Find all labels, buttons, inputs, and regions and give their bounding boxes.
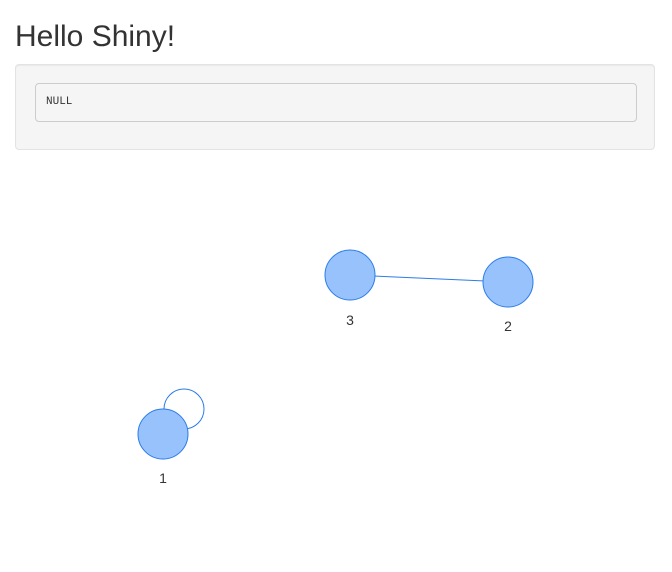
node-1-label: 1 — [159, 470, 167, 486]
shiny-app: Hello Shiny! NULL 1 2 3 — [0, 0, 672, 572]
node-2-label: 2 — [504, 318, 512, 334]
node-1-circle[interactable] — [137, 408, 189, 460]
sidebar-panel: NULL — [15, 64, 655, 150]
node-3-circle[interactable] — [324, 249, 376, 301]
node-3[interactable]: 3 — [324, 249, 376, 328]
node-2-circle[interactable] — [482, 256, 534, 308]
node-1[interactable]: 1 — [137, 408, 189, 486]
network-graph[interactable]: 1 2 3 — [0, 160, 672, 570]
node-3-label: 3 — [346, 312, 354, 328]
page-title: Hello Shiny! — [15, 20, 176, 53]
verbatim-output: NULL — [35, 83, 637, 122]
node-2[interactable]: 2 — [482, 256, 534, 334]
